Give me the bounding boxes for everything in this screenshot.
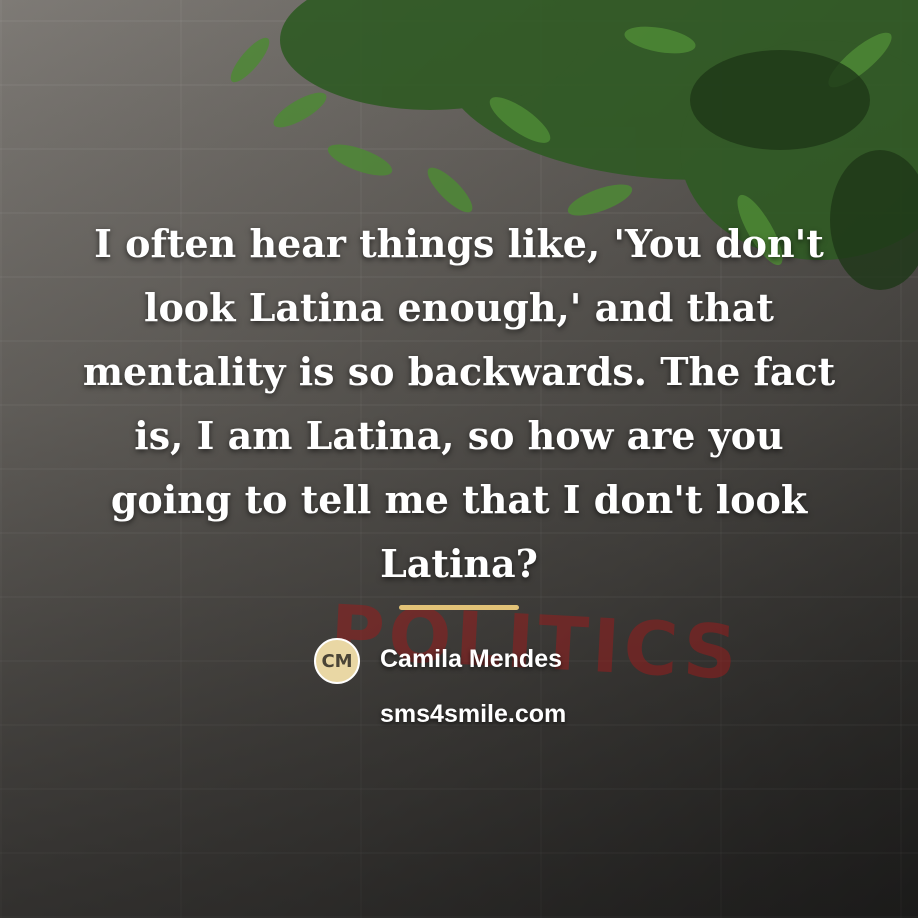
author-name: Camila Mendes bbox=[380, 645, 563, 673]
site-watermark: sms4smile.com bbox=[380, 700, 567, 728]
divider-line bbox=[399, 605, 519, 610]
author-avatar: CM bbox=[314, 638, 360, 684]
quote-card: POLITICS I often hear things like, 'You … bbox=[0, 0, 918, 918]
quote-text: I often hear things like, 'You don't loo… bbox=[82, 221, 836, 586]
